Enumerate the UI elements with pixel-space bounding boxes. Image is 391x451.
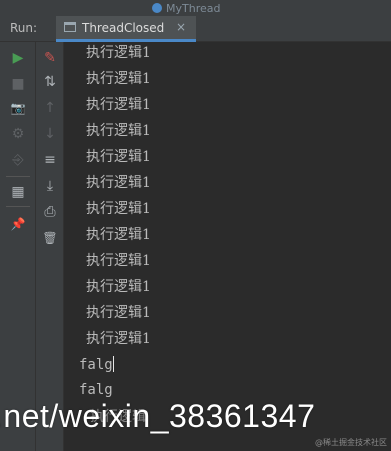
settings-icon[interactable]: ⚙: [7, 124, 29, 144]
console-line: 执行逻辑1: [86, 71, 151, 87]
tab-threadclosed[interactable]: ThreadClosed ×: [56, 16, 196, 42]
source-badge: @稀土掘金技术社区: [315, 438, 387, 447]
layout-icon[interactable]: ▦: [7, 182, 29, 202]
console-line: 执行逻辑1: [86, 201, 151, 217]
run-tool-window-header: Run: ThreadClosed ×: [0, 16, 391, 42]
console-line-falg: falg: [79, 356, 114, 373]
camera-icon[interactable]: 📷: [7, 98, 29, 118]
console-output[interactable]: 执行逻辑1 执行逻辑1 执行逻辑1 执行逻辑1 执行逻辑1 执行逻辑1 执行逻辑…: [64, 42, 391, 451]
down-arrow-icon[interactable]: ↓: [39, 124, 61, 144]
exit-icon[interactable]: ⎆: [7, 150, 29, 170]
console-line: 执行逻辑1: [86, 149, 151, 165]
toolbar-divider: [6, 176, 30, 177]
console-line-falg: falg: [79, 382, 113, 398]
stop-glyph: ■: [11, 76, 25, 92]
run-label: Run:: [10, 21, 38, 35]
toolbar-divider: [6, 206, 30, 207]
up-arrow-glyph: ↑: [44, 100, 56, 116]
soft-wrap-glyph: ≡: [44, 152, 56, 168]
console-line: 执行逻辑1: [86, 253, 151, 269]
layout-glyph: ▦: [11, 184, 25, 200]
console-line: 执行逻辑1: [86, 97, 151, 113]
console-tab-icon: [64, 22, 76, 32]
clear-glyph: ✎: [44, 50, 56, 66]
console-line: 执行逻辑1: [86, 45, 151, 61]
stop-icon[interactable]: ■: [7, 74, 29, 94]
console-line: 执行逻辑1: [86, 175, 151, 191]
print-glyph: ⎙: [44, 204, 56, 220]
console-line: 执行逻辑1: [86, 227, 151, 243]
trash-glyph: 🗑: [42, 231, 58, 245]
console-line: 执行逻辑1: [86, 123, 151, 139]
trash-icon[interactable]: 🗑: [39, 228, 61, 248]
console-line: 执行逻辑1: [86, 279, 151, 295]
exit-glyph: ⎆: [12, 152, 24, 168]
rerun-glyph: ▶: [12, 50, 24, 66]
text-caret: [112, 356, 114, 372]
run-toolbar-left: ▶ ■ 📷 ⚙ ⎆ ▦ 📌: [0, 42, 36, 451]
print-icon[interactable]: ⎙: [39, 202, 61, 222]
pin-glyph: 📌: [10, 217, 26, 231]
settings-glyph: ⚙: [11, 126, 25, 142]
camera-glyph: 📷: [10, 101, 26, 115]
console-line: 执行逻辑1: [86, 331, 151, 347]
sort-icon[interactable]: ⇅: [39, 72, 61, 92]
tab-label: ThreadClosed: [82, 21, 165, 35]
soft-wrap-icon[interactable]: ≡: [39, 150, 61, 170]
watermark-url: .net/weixin_38361347: [0, 398, 316, 434]
falg-text: falg: [79, 357, 113, 373]
java-class-icon: [152, 3, 162, 13]
up-arrow-icon[interactable]: ↑: [39, 98, 61, 118]
scroll-end-icon[interactable]: ⤓: [39, 176, 61, 196]
clear-icon[interactable]: ✎: [39, 48, 61, 68]
scroll-end-glyph: ⤓: [46, 178, 54, 194]
sort-glyph: ⇅: [44, 74, 56, 90]
close-tab-icon[interactable]: ×: [176, 20, 186, 34]
window-crumb: MyThread: [152, 2, 220, 15]
rerun-icon[interactable]: ▶: [7, 48, 29, 68]
console-line: 执行逻辑1: [86, 305, 151, 321]
run-toolbar-right: ✎ ⇅ ↑ ↓ ≡ ⤓ ⎙ 🗑: [36, 42, 64, 451]
title-strip: MyThread: [0, 0, 391, 16]
pin-icon[interactable]: 📌: [7, 214, 29, 234]
window-crumb-title: MyThread: [166, 2, 221, 15]
down-arrow-glyph: ↓: [44, 126, 56, 142]
